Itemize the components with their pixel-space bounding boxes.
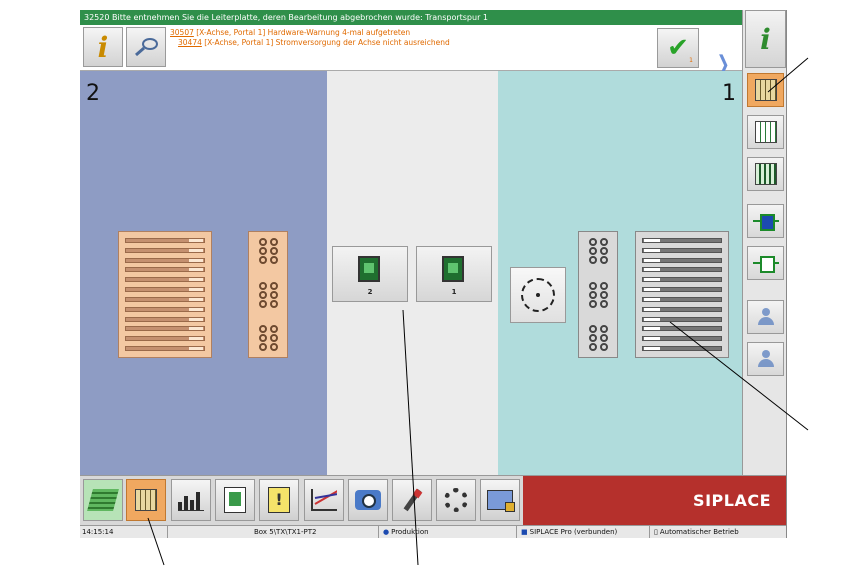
callout-line [147, 517, 165, 566]
callout-line [669, 321, 809, 431]
callout-line [767, 57, 809, 93]
callout-lines [147, 57, 809, 566]
callout-line [402, 309, 419, 566]
